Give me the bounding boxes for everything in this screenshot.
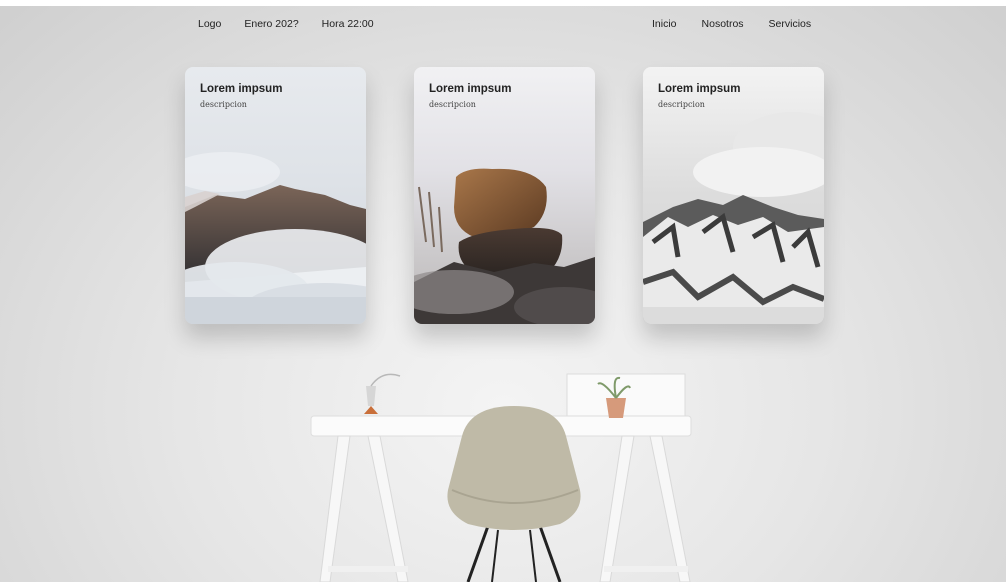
- header-left: Logo Enero 202? Hora 22:00: [198, 18, 397, 30]
- desk-scene-illustration: [310, 373, 692, 582]
- logo-link[interactable]: Logo: [198, 18, 221, 30]
- card-description: descripcion: [200, 100, 247, 109]
- browser-top-edge: [0, 0, 1006, 6]
- nav-link-servicios[interactable]: Servicios: [769, 18, 812, 30]
- card-description: descripcion: [429, 100, 476, 109]
- gallery-card-2[interactable]: Lorem impsum descripcion: [414, 67, 595, 324]
- time-label: Hora 22:00: [321, 18, 374, 30]
- card-title: Lorem impsum: [429, 83, 512, 95]
- nav-link-inicio[interactable]: Inicio: [652, 18, 677, 30]
- card-description: descripcion: [658, 100, 705, 109]
- card-title: Lorem impsum: [658, 83, 741, 95]
- nav-link-nosotros[interactable]: Nosotros: [702, 18, 744, 30]
- gallery-card-1[interactable]: Lorem impsum descripcion: [185, 67, 366, 324]
- date-label: Enero 202?: [244, 18, 299, 30]
- card-title: Lorem impsum: [200, 83, 283, 95]
- main-nav: Inicio Nosotros Servicios: [652, 18, 836, 30]
- gallery-card-3[interactable]: Lorem impsum descripcion: [643, 67, 824, 324]
